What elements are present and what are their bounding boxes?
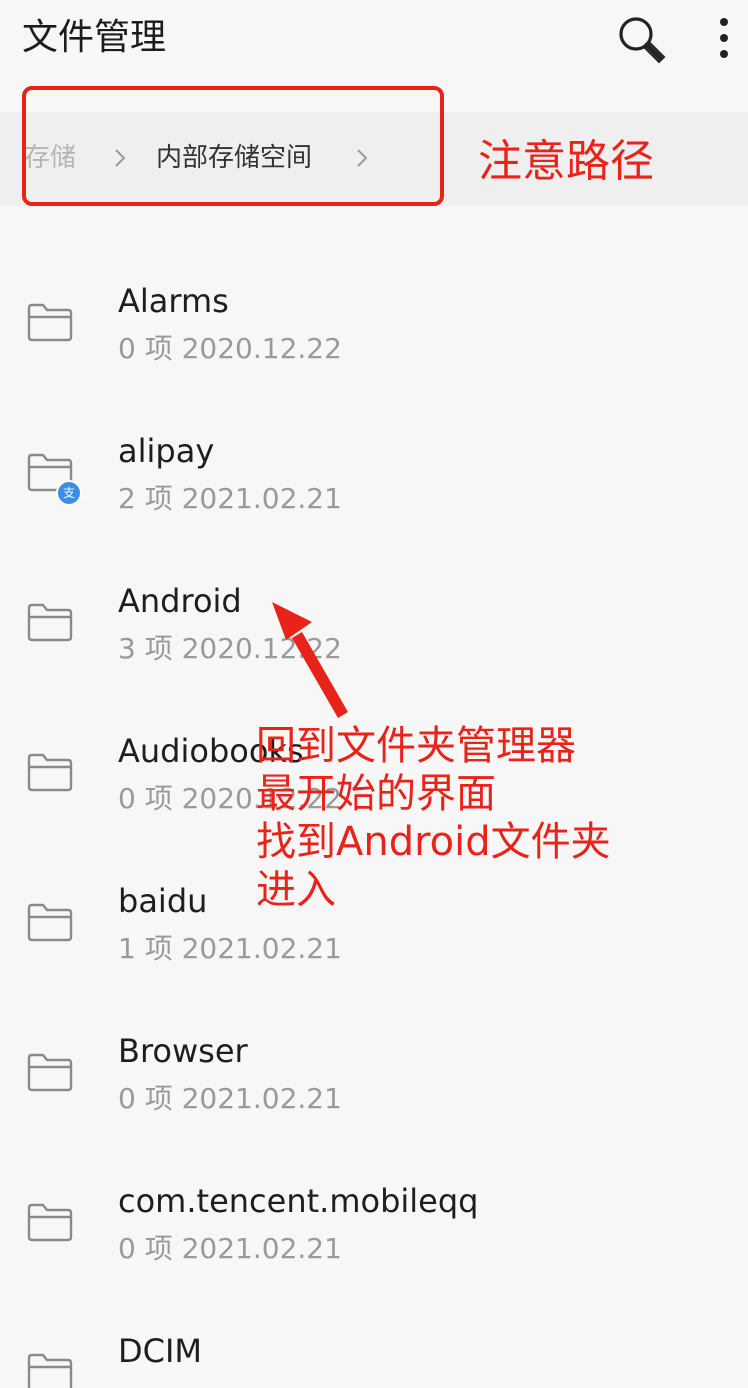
file-name: alipay (118, 432, 215, 470)
folder-icon (27, 1353, 73, 1388)
file-meta: 2 项 2021.02.21 (118, 482, 342, 515)
folder-icon (27, 603, 73, 642)
list-item[interactable]: Android 3 项 2020.12.22 (0, 580, 748, 730)
file-meta: 3 项 2020.12.22 (118, 632, 342, 665)
file-name: Alarms (118, 282, 229, 320)
folder-icon (27, 753, 73, 792)
folder-icon (27, 1203, 73, 1242)
file-meta: 0 项 2021.02.21 (118, 1082, 342, 1115)
alipay-badge-icon: 支 (56, 480, 82, 506)
search-icon (619, 17, 666, 64)
annotation-instruction: 回到文件夹管理器 最开始的界面 找到Android文件夹 进入 (256, 723, 611, 913)
list-item[interactable]: DCIM (0, 1330, 748, 1388)
folder-icon (27, 1053, 73, 1092)
file-name: com.tencent.mobileqq (118, 1182, 479, 1220)
list-item[interactable]: Browser 0 项 2021.02.21 (0, 1030, 748, 1180)
file-name: DCIM (118, 1332, 203, 1370)
list-item[interactable]: com.tencent.mobileqq 0 项 2021.02.21 (0, 1180, 748, 1330)
highlight-box (22, 86, 444, 206)
list-item[interactable]: 支 alipay 2 项 2021.02.21 (0, 430, 748, 580)
file-meta: 1 项 2021.02.21 (118, 932, 342, 965)
file-meta: 0 项 2021.02.21 (118, 1232, 342, 1265)
file-name: Browser (118, 1032, 248, 1070)
file-meta: 0 项 2020.12.22 (118, 332, 342, 365)
page-title: 文件管理 (22, 17, 167, 58)
file-name: Android (118, 582, 242, 620)
annotation-path-note: 注意路径 (478, 136, 654, 187)
search-button[interactable] (614, 12, 670, 68)
app-header: 文件管理 (0, 0, 748, 80)
file-name: baidu (118, 882, 208, 920)
list-item[interactable]: Alarms 0 项 2020.12.22 (0, 280, 748, 430)
folder-icon (27, 903, 73, 942)
folder-icon (27, 303, 73, 342)
more-options-button[interactable] (706, 14, 742, 64)
more-vertical-icon (720, 18, 728, 58)
